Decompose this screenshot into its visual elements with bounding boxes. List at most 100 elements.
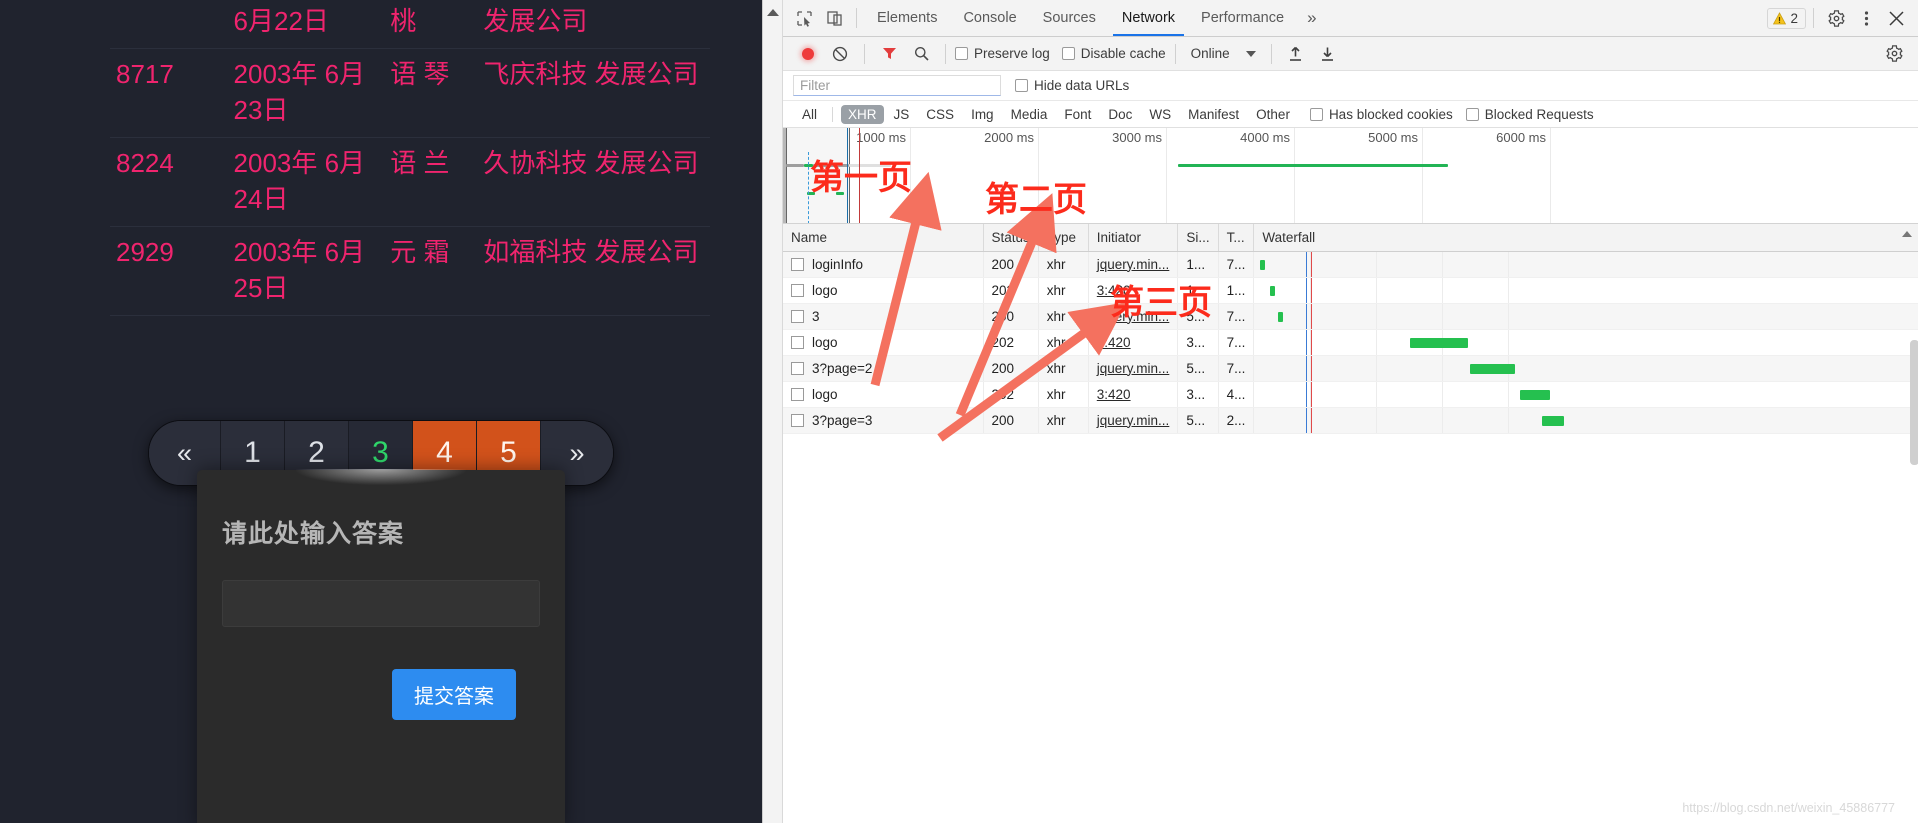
- table-row[interactable]: 3?page=2 200 xhr jquery.min... 5... 7...: [783, 355, 1918, 382]
- cell-initiator[interactable]: jquery.min...: [1088, 303, 1179, 330]
- cell-initiator[interactable]: 3:420: [1088, 381, 1179, 408]
- collapse-caret-icon: [767, 9, 779, 16]
- cell-id: [110, 0, 228, 49]
- column-header-waterfall[interactable]: Waterfall: [1253, 224, 1918, 252]
- initiator-link[interactable]: jquery.min...: [1097, 361, 1170, 376]
- row-checkbox[interactable]: [791, 257, 804, 271]
- type-chip-doc[interactable]: Doc: [1101, 105, 1139, 124]
- row-checkbox[interactable]: [791, 335, 804, 349]
- initiator-link[interactable]: 3:420: [1097, 387, 1131, 402]
- cell-name[interactable]: logo: [783, 381, 984, 408]
- waterfall-scrollbar[interactable]: [1910, 340, 1918, 465]
- cell-type: xhr: [1038, 277, 1089, 304]
- warning-badge[interactable]: 2: [1767, 7, 1806, 29]
- cell-name[interactable]: 3?page=2: [783, 355, 984, 382]
- cell-initiator[interactable]: 3:420: [1088, 277, 1179, 304]
- tab-network[interactable]: Network: [1109, 0, 1188, 36]
- funnel-icon[interactable]: [874, 39, 904, 69]
- has-blocked-cookies-checkbox[interactable]: Has blocked cookies: [1309, 107, 1453, 122]
- initiator-link[interactable]: jquery.min...: [1097, 257, 1170, 272]
- table-row[interactable]: loginInfo 200 xhr jquery.min... 1... 7..…: [783, 251, 1918, 278]
- submit-answer-button[interactable]: 提交答案: [392, 669, 516, 720]
- cell-initiator[interactable]: jquery.min...: [1088, 407, 1179, 434]
- gear-icon[interactable]: [1821, 3, 1851, 33]
- type-chip-other[interactable]: Other: [1249, 105, 1297, 124]
- cell-initiator[interactable]: 3:420: [1088, 329, 1179, 356]
- cell-initiator[interactable]: jquery.min...: [1088, 251, 1179, 278]
- tab-elements[interactable]: Elements: [864, 0, 950, 36]
- close-icon[interactable]: [1881, 3, 1911, 33]
- row-checkbox[interactable]: [791, 413, 804, 427]
- cell-name[interactable]: 3: [783, 303, 984, 330]
- kebab-menu-icon[interactable]: [1851, 3, 1881, 33]
- search-icon[interactable]: [906, 39, 936, 69]
- initiator-link[interactable]: jquery.min...: [1097, 309, 1170, 324]
- column-header-status[interactable]: Status: [983, 224, 1039, 252]
- row-checkbox[interactable]: [791, 361, 804, 375]
- tab-performance[interactable]: Performance: [1188, 0, 1297, 36]
- cell-name[interactable]: logo: [783, 277, 984, 304]
- initiator-link[interactable]: jquery.min...: [1097, 413, 1170, 428]
- export-har-icon[interactable]: [1313, 39, 1343, 69]
- table-row[interactable]: logo 202 xhr 3:420 3... 4...: [783, 381, 1918, 408]
- row-checkbox[interactable]: [791, 309, 804, 323]
- clear-icon[interactable]: [825, 39, 855, 69]
- table-row: 8717 2003年 6月23日 语 琴 飞庆科技 发展公司: [110, 48, 710, 138]
- tab-console[interactable]: Console: [950, 0, 1029, 36]
- devtools-drag-handle[interactable]: [763, 0, 783, 823]
- type-chip-all[interactable]: All: [795, 105, 824, 124]
- column-header-initiator[interactable]: Initiator: [1088, 224, 1179, 252]
- cell-name[interactable]: logo: [783, 329, 984, 356]
- type-chip-js[interactable]: JS: [887, 105, 917, 124]
- table-row[interactable]: logo 202 xhr 3:420 3... 7...: [783, 329, 1918, 356]
- column-header-time[interactable]: T...: [1218, 224, 1255, 252]
- cell-type: xhr: [1038, 381, 1089, 408]
- tab-sources[interactable]: Sources: [1030, 0, 1109, 36]
- overview-selection-window[interactable]: [786, 128, 850, 223]
- type-chip-media[interactable]: Media: [1004, 105, 1055, 124]
- row-checkbox[interactable]: [791, 387, 804, 401]
- cell-id: 2929: [110, 226, 228, 316]
- disable-cache-label: Disable cache: [1080, 46, 1166, 61]
- type-chip-img[interactable]: Img: [964, 105, 1001, 124]
- cell-initiator[interactable]: jquery.min...: [1088, 355, 1179, 382]
- cell-name[interactable]: 3?page=3: [783, 407, 984, 434]
- cell-company: 飞庆科技 发展公司: [477, 48, 710, 138]
- column-header-type[interactable]: Type: [1038, 224, 1089, 252]
- device-toolbar-icon[interactable]: [819, 3, 849, 33]
- table-row[interactable]: 3 200 xhr jquery.min... 5... 7...: [783, 303, 1918, 330]
- answer-input[interactable]: [222, 580, 540, 627]
- cell-name[interactable]: loginInfo: [783, 251, 984, 278]
- type-chip-xhr[interactable]: XHR: [841, 104, 884, 124]
- more-tabs-chevron-icon[interactable]: »: [1297, 0, 1326, 36]
- network-settings-gear-icon[interactable]: [1879, 39, 1909, 69]
- initiator-link[interactable]: 3:420: [1097, 283, 1131, 298]
- inspect-element-icon[interactable]: [789, 3, 819, 33]
- column-header-size[interactable]: Si...: [1177, 224, 1219, 252]
- network-overview-timeline[interactable]: 1000 ms 2000 ms 3000 ms 4000 ms 5000 ms …: [783, 128, 1918, 224]
- answer-card: 请此处输入答案 提交答案: [197, 470, 565, 823]
- preserve-log-label: Preserve log: [974, 46, 1050, 61]
- row-checkbox[interactable]: [791, 283, 804, 297]
- type-chip-font[interactable]: Font: [1057, 105, 1098, 124]
- devtools-body: Elements Console Sources Network Perform…: [783, 0, 1918, 823]
- blocked-requests-checkbox[interactable]: Blocked Requests: [1465, 107, 1594, 122]
- table-row[interactable]: 3?page=3 200 xhr jquery.min... 5... 2...: [783, 407, 1918, 434]
- table-row[interactable]: logo 202 xhr 3:420 1... 1...: [783, 277, 1918, 304]
- preserve-log-checkbox[interactable]: Preserve log: [955, 46, 1050, 61]
- overview-tick: 5000 ms: [1295, 128, 1423, 223]
- overview-request-bar: [786, 164, 804, 167]
- column-header-name[interactable]: Name: [783, 224, 984, 252]
- hide-data-urls-checkbox[interactable]: Hide data URLs: [1015, 78, 1129, 93]
- initiator-link[interactable]: 3:420: [1097, 335, 1131, 350]
- disable-cache-checkbox[interactable]: Disable cache: [1061, 46, 1166, 61]
- type-chip-css[interactable]: CSS: [919, 105, 961, 124]
- type-chip-manifest[interactable]: Manifest: [1181, 105, 1246, 124]
- throttling-dropdown[interactable]: Online: [1185, 46, 1262, 61]
- filter-input[interactable]: [793, 75, 1001, 96]
- resource-type-row: All XHR JS CSS Img Media Font Doc WS Man…: [783, 101, 1918, 128]
- import-har-icon[interactable]: [1281, 39, 1311, 69]
- toolbar-divider: [945, 43, 946, 64]
- record-icon[interactable]: [793, 39, 823, 69]
- type-chip-ws[interactable]: WS: [1142, 105, 1178, 124]
